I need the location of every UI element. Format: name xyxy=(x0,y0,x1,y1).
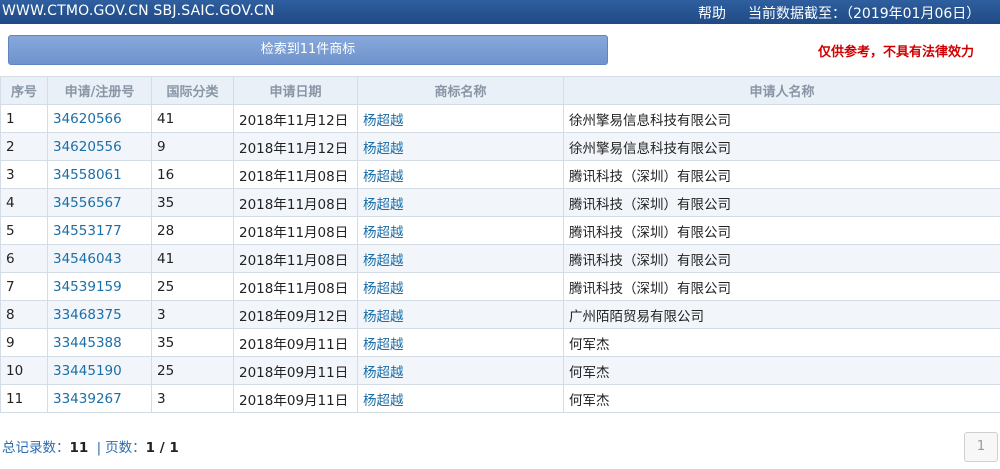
intl-class: 41 xyxy=(151,104,234,133)
mark-name-link[interactable]: 杨超越 xyxy=(357,300,564,329)
intl-class: 3 xyxy=(151,300,234,329)
reg-number-link[interactable]: 34558061 xyxy=(47,160,152,189)
pagination-summary: 总记录数：11 | 页数：1 / 1 xyxy=(2,436,179,456)
table-row: 5 34553177 28 2018年11月08日 杨超越 腾讯科技（深圳）有限… xyxy=(0,216,1000,245)
search-result-button[interactable]: 检索到11件商标 xyxy=(8,35,608,65)
mark-name-link[interactable]: 杨超越 xyxy=(357,328,564,357)
reg-number-link[interactable]: 34620566 xyxy=(47,104,152,133)
table-row: 7 34539159 25 2018年11月08日 杨超越 腾讯科技（深圳）有限… xyxy=(0,272,1000,301)
reg-number-link[interactable]: 34539159 xyxy=(47,272,152,301)
applicant-name: 腾讯科技（深圳）有限公司 xyxy=(563,244,1000,273)
intl-class: 41 xyxy=(151,244,234,273)
reg-number-link[interactable]: 33468375 xyxy=(47,300,152,329)
apply-date: 2018年11月08日 xyxy=(233,272,358,301)
total-records-value: 11 xyxy=(69,440,89,456)
row-number: 8 xyxy=(0,300,48,329)
applicant-name: 何军杰 xyxy=(563,328,1000,357)
apply-date: 2018年09月12日 xyxy=(233,300,358,329)
page-number-button[interactable]: 1 xyxy=(964,432,998,462)
reg-number-link[interactable]: 33439267 xyxy=(47,384,152,413)
row-number: 4 xyxy=(0,188,48,217)
intl-class: 25 xyxy=(151,272,234,301)
column-header-applicant: 申请人名称 xyxy=(563,76,1000,105)
table-row: 4 34556567 35 2018年11月08日 杨超越 腾讯科技（深圳）有限… xyxy=(0,188,1000,217)
table-row: 3 34558061 16 2018年11月08日 杨超越 腾讯科技（深圳）有限… xyxy=(0,160,1000,189)
mark-name-link[interactable]: 杨超越 xyxy=(357,104,564,133)
intl-class: 3 xyxy=(151,384,234,413)
row-number: 9 xyxy=(0,328,48,357)
mark-name-link[interactable]: 杨超越 xyxy=(357,132,564,161)
summary-separator: | xyxy=(96,440,102,456)
applicant-name: 徐州擎易信息科技有限公司 xyxy=(563,132,1000,161)
intl-class: 9 xyxy=(151,132,234,161)
applicant-name: 腾讯科技（深圳）有限公司 xyxy=(563,272,1000,301)
apply-date: 2018年09月11日 xyxy=(233,384,358,413)
row-number: 2 xyxy=(0,132,48,161)
table-row: 8 33468375 3 2018年09月12日 杨超越 广州陌陌贸易有限公司 xyxy=(0,300,1000,329)
intl-class: 16 xyxy=(151,160,234,189)
disclaimer-text: 仅供参考，不具有法律效力 xyxy=(818,45,975,60)
apply-date: 2018年11月08日 xyxy=(233,216,358,245)
applicant-name: 腾讯科技（深圳）有限公司 xyxy=(563,216,1000,245)
reg-number-link[interactable]: 33445190 xyxy=(47,356,152,385)
mark-name-link[interactable]: 杨超越 xyxy=(357,384,564,413)
mark-name-link[interactable]: 杨超越 xyxy=(357,356,564,385)
data-date-label: 当前数据截至：（2019年01月06日） xyxy=(748,6,981,22)
reg-number-link[interactable]: 34553177 xyxy=(47,216,152,245)
page-count-label: 页数： xyxy=(105,440,146,456)
reg-number-link[interactable]: 34620556 xyxy=(47,132,152,161)
apply-date: 2018年11月08日 xyxy=(233,160,358,189)
site-domains: WWW.CTMO.GOV.CN SBJ.SAIC.GOV.CN xyxy=(2,3,275,19)
page-count-value: 1 / 1 xyxy=(145,440,179,456)
mark-name-link[interactable]: 杨超越 xyxy=(357,244,564,273)
intl-class: 28 xyxy=(151,216,234,245)
total-records-label: 总记录数： xyxy=(2,440,70,456)
table-header-row: 序号 申请/注册号 国际分类 申请日期 商标名称 申请人名称 xyxy=(0,76,1000,105)
row-number: 3 xyxy=(0,160,48,189)
apply-date: 2018年11月12日 xyxy=(233,132,358,161)
row-number: 7 xyxy=(0,272,48,301)
table-row: 1 34620566 41 2018年11月12日 杨超越 徐州擎易信息科技有限… xyxy=(0,104,1000,133)
mark-name-link[interactable]: 杨超越 xyxy=(357,160,564,189)
apply-date: 2018年09月11日 xyxy=(233,328,358,357)
mark-name-link[interactable]: 杨超越 xyxy=(357,188,564,217)
column-header-no: 序号 xyxy=(0,76,48,105)
intl-class: 25 xyxy=(151,356,234,385)
reg-number-link[interactable]: 34556567 xyxy=(47,188,152,217)
column-header-apply-date: 申请日期 xyxy=(233,76,358,105)
apply-date: 2018年11月12日 xyxy=(233,104,358,133)
applicant-name: 广州陌陌贸易有限公司 xyxy=(563,300,1000,329)
table-row: 6 34546043 41 2018年11月08日 杨超越 腾讯科技（深圳）有限… xyxy=(0,244,1000,273)
column-header-intl-class: 国际分类 xyxy=(151,76,234,105)
apply-date: 2018年11月08日 xyxy=(233,244,358,273)
row-number: 5 xyxy=(0,216,48,245)
help-link[interactable]: 帮助 xyxy=(698,3,726,23)
column-header-reg-number: 申请/注册号 xyxy=(47,76,152,105)
mark-name-link[interactable]: 杨超越 xyxy=(357,216,564,245)
intl-class: 35 xyxy=(151,328,234,357)
column-header-mark-name: 商标名称 xyxy=(357,76,564,105)
row-number: 11 xyxy=(0,384,48,413)
row-number: 6 xyxy=(0,244,48,273)
applicant-name: 腾讯科技（深圳）有限公司 xyxy=(563,188,1000,217)
reg-number-link[interactable]: 33445388 xyxy=(47,328,152,357)
applicant-name: 何军杰 xyxy=(563,384,1000,413)
table-row: 9 33445388 35 2018年09月11日 杨超越 何军杰 xyxy=(0,328,1000,357)
applicant-name: 腾讯科技（深圳）有限公司 xyxy=(563,160,1000,189)
reg-number-link[interactable]: 34546043 xyxy=(47,244,152,273)
table-row: 10 33445190 25 2018年09月11日 杨超越 何军杰 xyxy=(0,356,1000,385)
apply-date: 2018年11月08日 xyxy=(233,188,358,217)
row-number: 1 xyxy=(0,104,48,133)
mark-name-link[interactable]: 杨超越 xyxy=(357,272,564,301)
results-table: 序号 申请/注册号 国际分类 申请日期 商标名称 申请人名称 1 3462056… xyxy=(0,76,1000,413)
table-row: 2 34620556 9 2018年11月12日 杨超越 徐州擎易信息科技有限公… xyxy=(0,132,1000,161)
top-bar: WWW.CTMO.GOV.CN SBJ.SAIC.GOV.CN 帮助 当前数据截… xyxy=(0,0,1000,24)
applicant-name: 何军杰 xyxy=(563,356,1000,385)
apply-date: 2018年09月11日 xyxy=(233,356,358,385)
applicant-name: 徐州擎易信息科技有限公司 xyxy=(563,104,1000,133)
row-number: 10 xyxy=(0,356,48,385)
table-row: 11 33439267 3 2018年09月11日 杨超越 何军杰 xyxy=(0,384,1000,413)
intl-class: 35 xyxy=(151,188,234,217)
